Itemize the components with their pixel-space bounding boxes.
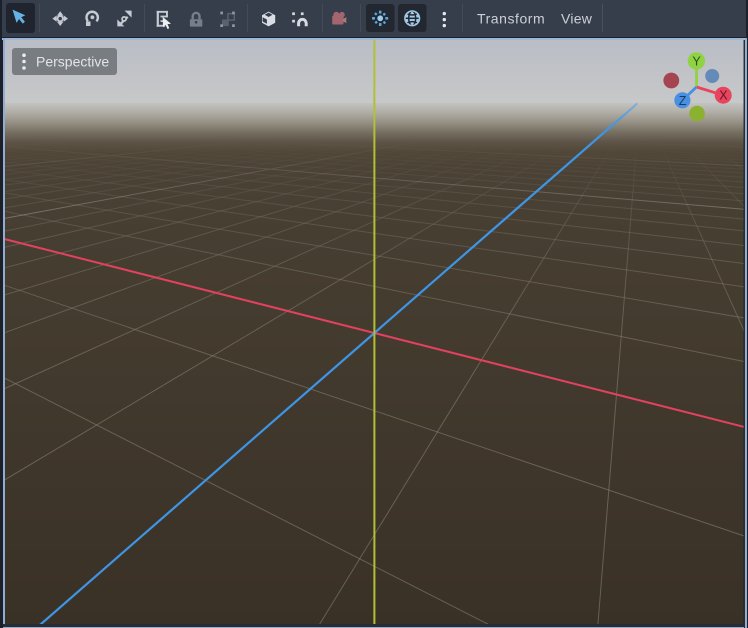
svg-text:Perspective: Perspective <box>36 54 109 70</box>
svg-text:View: View <box>561 11 593 27</box>
svg-text:Z: Z <box>679 94 687 108</box>
svg-text:Transform: Transform <box>477 11 545 27</box>
svg-text:Y: Y <box>692 54 701 68</box>
svg-text:X: X <box>719 89 728 103</box>
